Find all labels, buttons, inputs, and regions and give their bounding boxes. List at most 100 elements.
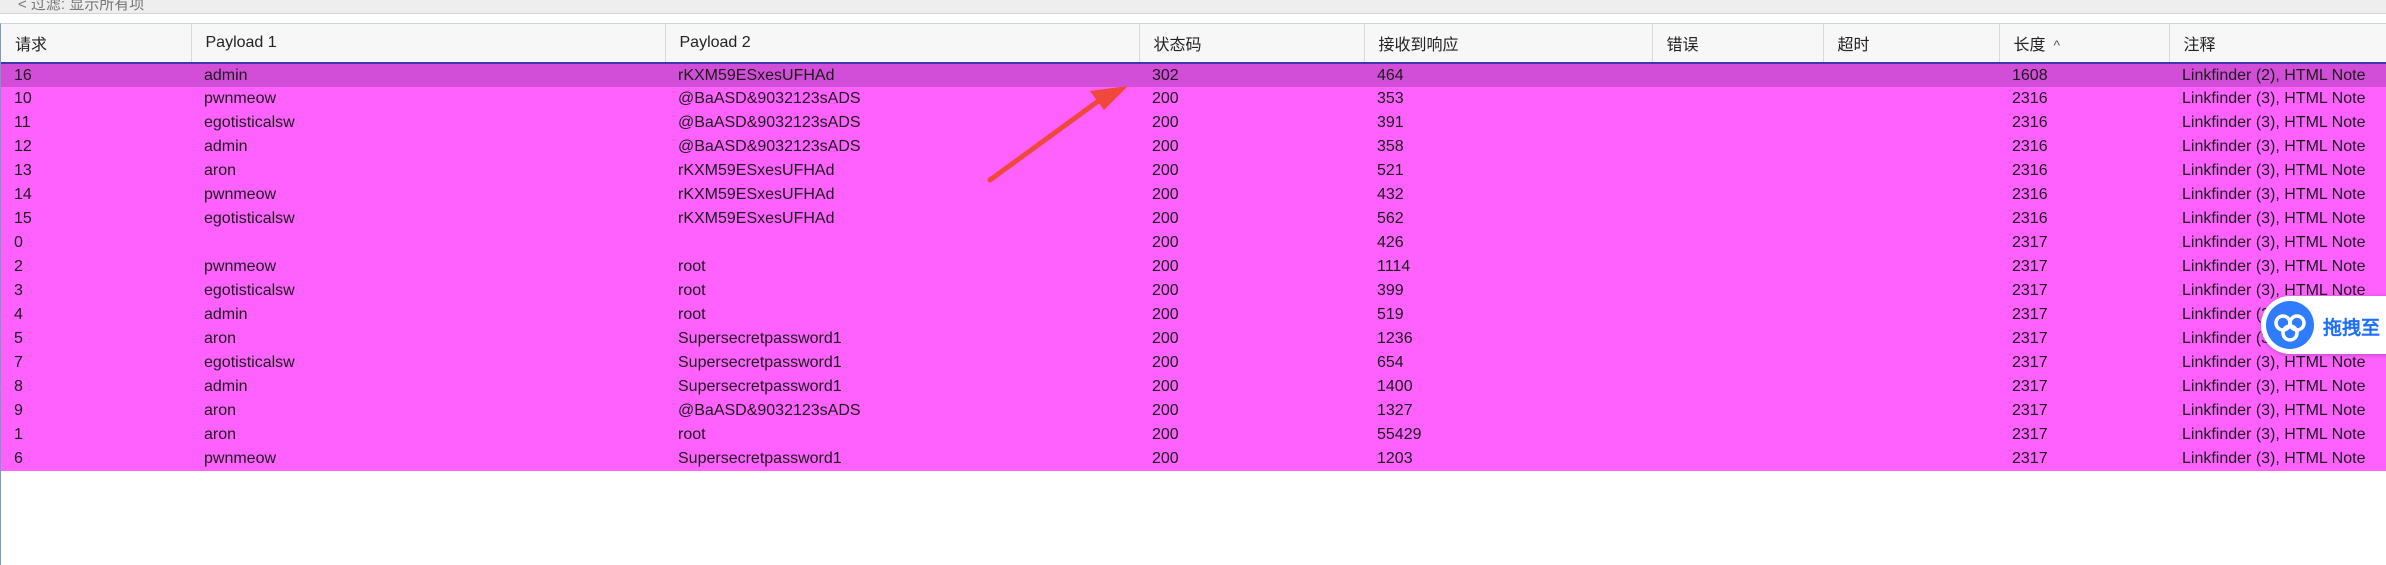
payload1-cell: aron [204,162,237,179]
payload2-cell: rKXM59ESxesUFHAd [678,186,835,203]
column-header-error[interactable]: 错误 [1652,24,1824,64]
timeout-cell [1823,327,1999,351]
error-cell [1652,255,1823,279]
request-cell: 7 [14,354,23,371]
timeout-cell [1823,279,1999,303]
comment-cell: Linkfinder (2), HTML Note [2182,66,2366,84]
payload2-cell: @BaASD&9032123sADS [678,138,861,155]
timeout-cell [1823,207,1999,231]
payload2-cell: root [678,282,706,299]
error-cell [1652,159,1823,183]
payload2-cell: @BaASD&9032123sADS [678,114,861,131]
filter-label[interactable]: < 过滤: 显示所有项 [18,0,144,13]
status-cell: 200 [1152,234,1179,251]
column-header-timeout[interactable]: 超时 [1823,24,2000,64]
error-cell [1652,183,1823,207]
table-row[interactable]: 12 admin @BaASD&9032123sADS 200 358 2316 Linkf… [1,135,2386,159]
response-received-cell: 55429 [1377,426,1422,443]
timeout-cell [1823,399,1999,423]
payload2-cell: root [678,426,706,443]
column-header-comment[interactable]: 注释 [2169,24,2386,64]
response-received-cell: 1327 [1377,402,1413,419]
table-row[interactable]: 8 admin Supersecretpassword1 200 1400 2317 Lin… [1,375,2386,399]
cloud-icon [2266,301,2314,349]
table-row[interactable]: 2 pwnmeow root 200 1114 2317 Linkfinder (3), H… [1,255,2386,279]
length-cell: 2316 [2012,186,2048,203]
column-header-length[interactable]: 长度 ^ [1999,24,2170,64]
table-row[interactable]: 4adminroot2005192317Linkfinder (3), HTML… [1,303,2386,327]
length-cell: 2316 [2012,162,2048,179]
column-header-label: 状态码 [1153,37,1202,54]
payload2-cell: Supersecretpassword1 [678,378,842,395]
error-cell [1652,207,1823,231]
table-row[interactable]: 5 aron Supersecretpassword1 200 1236 2317 Link… [1,327,2386,351]
status-cell: 200 [1152,186,1179,203]
payload1-cell: egotisticalsw [204,210,295,227]
error-cell [1652,63,1823,87]
length-cell: 1608 [2012,66,2048,84]
timeout-cell [1823,135,1999,159]
status-cell: 200 [1152,450,1179,467]
table-row[interactable]: 13 aron rKXM59ESxesUFHAd 200 521 2316 Linkfind… [1,159,2386,183]
timeout-cell [1823,159,1999,183]
timeout-cell [1823,423,1999,447]
table-row[interactable]: 9 aron @BaASD&9032123sADS 200 1327 2317 Linkfi… [1,399,2386,423]
payload2-cell: @BaASD&9032123sADS [678,90,861,107]
comment-cell: Linkfinder (3), HTML Note [2182,90,2366,107]
payload2-cell: root [678,258,706,275]
table-row[interactable]: 16 admin rKXM59ESxesUFHAd 302 464 1608 Linkfin… [1,63,2386,87]
error-cell [1652,447,1823,471]
response-received-cell: 519 [1377,306,1404,323]
table-row[interactable]: 6 pwnmeow Supersecretpassword1 200 1203 2317 L… [1,447,2386,471]
table-row[interactable]: 3 egotisticalsw root 200 399 2317 Linkfinder (… [1,279,2386,303]
column-header-label: Payload 1 [205,34,277,51]
comment-cell: Linkfinder (3), HTML Note [2182,378,2366,395]
table-row[interactable]: 15 egotisticalsw rKXM59ESxesUFHAd 200 562 231… [1,207,2386,231]
table-row[interactable]: 1 aron root 200 55429 2317 Linkfinder (3), HTM… [1,423,2386,447]
timeout-cell [1823,447,1999,471]
request-cell: 13 [14,162,32,179]
header-row: 请求 Payload 1 Payload 2 状态码 接收到响应 错误 超时 长… [1,24,2386,64]
timeout-cell [1823,303,1999,327]
request-cell: 16 [14,66,32,84]
payload1-cell: aron [204,330,237,347]
status-cell: 200 [1152,354,1179,371]
table-row[interactable]: 0 200 426 2317 Linkfinder (3), HTML Note [1,231,2386,255]
column-header-status[interactable]: 状态码 [1139,24,1365,64]
response-received-cell: 399 [1377,282,1404,299]
response-received-cell: 654 [1377,354,1404,371]
payload2-cell: rKXM59ESxesUFHAd [678,66,835,84]
status-cell: 200 [1152,210,1179,227]
payload2-cell [665,231,1139,255]
column-header-payload2[interactable]: Payload 2 [665,24,1140,64]
status-cell: 200 [1152,114,1179,131]
error-cell [1652,375,1823,399]
table-row[interactable]: 7 egotisticalsw Supersecretpassword1 200 654… [1,351,2386,375]
comment-cell: Linkfinder (3), HTML Note [2182,210,2366,227]
request-cell: 14 [14,186,32,203]
error-cell [1652,87,1823,111]
status-cell: 200 [1152,306,1179,323]
request-cell: 3 [14,282,23,299]
column-header-payload1[interactable]: Payload 1 [191,24,666,64]
status-cell: 200 [1152,282,1179,299]
response-received-cell: 432 [1377,186,1404,203]
status-cell: 200 [1152,162,1179,179]
column-header-request[interactable]: 请求 [1,24,192,64]
timeout-cell [1823,111,1999,135]
column-header-response-received[interactable]: 接收到响应 [1364,24,1653,64]
table-row[interactable]: 14 pwnmeow rKXM59ESxesUFHAd 200 432 2316 Linkf… [1,183,2386,207]
filter-bar[interactable]: < 过滤: 显示所有项 [0,0,2386,14]
response-received-cell: 464 [1377,66,1404,84]
length-cell: 2317 [2012,234,2048,251]
table-row[interactable]: 11 egotisticalsw @BaASD&9032123sADS 200 391 2… [1,111,2386,135]
request-cell: 5 [14,330,23,347]
table-row[interactable]: 10 pwnmeow @BaASD&9032123sADS 200 353 2316 Lin… [1,87,2386,111]
drag-to-cloud-button[interactable]: 拖拽至 [2261,296,2386,354]
payload1-cell: egotisticalsw [204,282,295,299]
request-cell: 1 [14,426,23,443]
sort-ascending-icon[interactable]: ^ [2054,37,2061,53]
length-cell: 2316 [2012,114,2048,131]
timeout-cell [1823,351,1999,375]
status-cell: 200 [1152,138,1179,155]
